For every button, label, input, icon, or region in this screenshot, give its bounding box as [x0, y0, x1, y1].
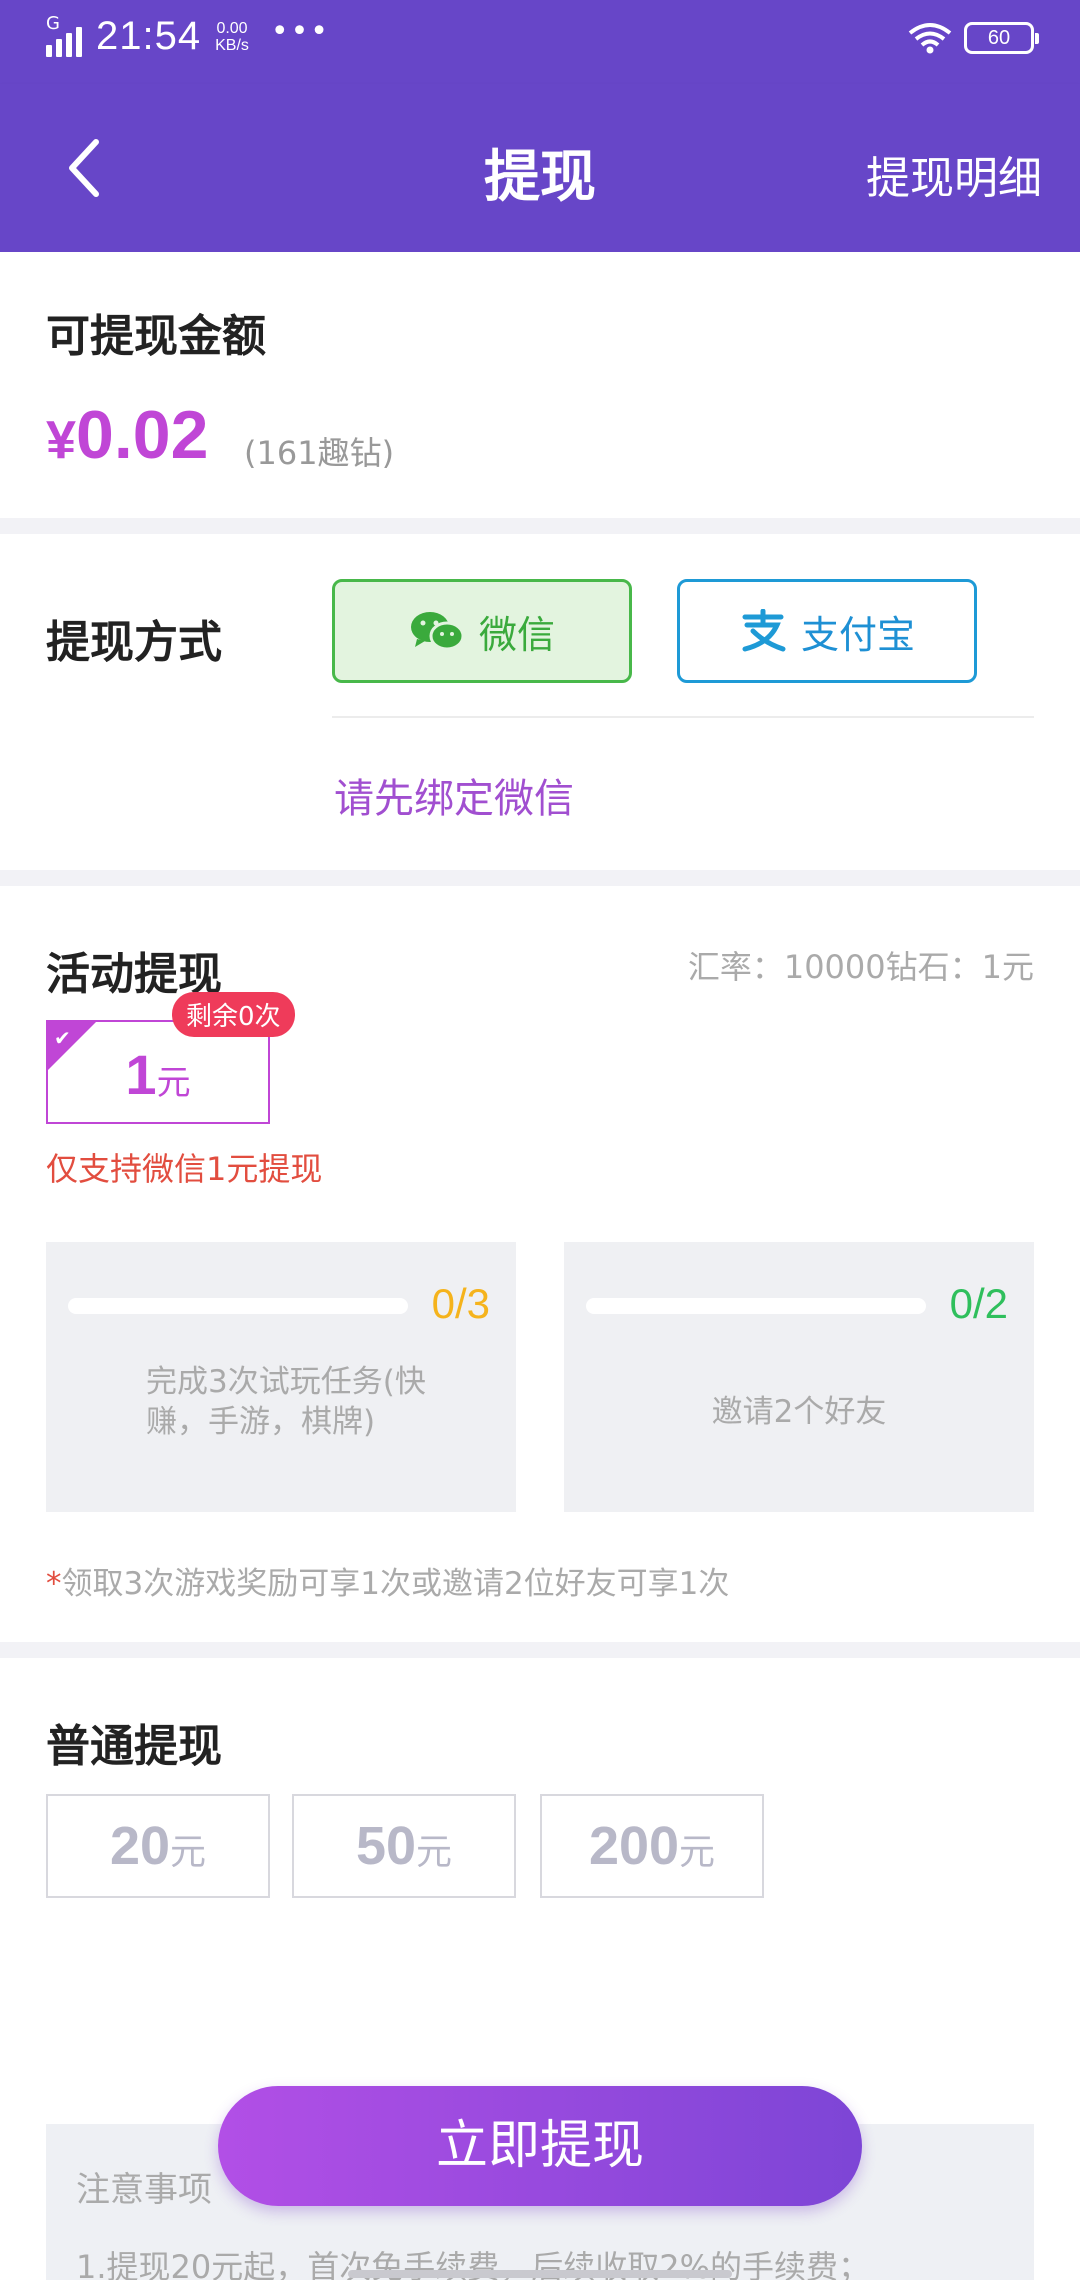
amount-option-200[interactable]: 200元	[540, 1794, 764, 1898]
currency-symbol: ¥	[46, 410, 77, 470]
notice-title: 注意事项	[76, 2170, 212, 2210]
status-time: 21:54	[96, 14, 202, 58]
amount-unit: 元	[416, 1832, 453, 1873]
alipay-icon	[742, 609, 786, 652]
task-progress-bar	[68, 1298, 408, 1314]
signal-icon: G	[46, 13, 86, 57]
wechat-icon	[410, 612, 465, 651]
activity-note: *领取3次游戏奖励可享1次或邀请2位好友可享1次	[46, 1558, 729, 1603]
speed-value: 0.00	[216, 19, 248, 37]
required-star: *	[46, 1566, 62, 1602]
speed-unit: KB/s	[215, 36, 249, 54]
activity-withdraw-section: 活动提现 汇率：10000钻石：1元 ✔ 1元 剩余0次 仅支持微信1元提现 0…	[0, 886, 1080, 1642]
withdraw-detail-link[interactable]: 提现明细	[866, 142, 1042, 206]
task-progress-bar	[586, 1298, 926, 1314]
activity-amount: 1元	[48, 1042, 268, 1107]
activity-amount-value: 1	[125, 1043, 157, 1106]
app-header: 提现 提现明细	[0, 84, 1080, 252]
balance-label: 可提现金额	[46, 311, 266, 362]
task-card-trial: 0/3 完成3次试玩任务(快赚，手游，棋牌)	[46, 1242, 516, 1512]
amount-value: 20	[109, 1816, 171, 1876]
amount-unit: 元	[170, 1832, 207, 1873]
task-count: 0/2	[949, 1280, 1008, 1327]
task-card-invite: 0/2 邀请2个好友	[564, 1242, 1034, 1512]
balance-value: 0.02	[76, 397, 209, 473]
wechat-only-tip: 仅支持微信1元提现	[46, 1150, 323, 1188]
network-speed: 0.00 KB/s	[215, 20, 249, 54]
amount-value: 200	[588, 1816, 680, 1876]
status-bar: G 21:54 0.00 KB/s ••• 60	[0, 0, 1080, 84]
balance-diamonds: (161趣钻)	[244, 434, 395, 472]
battery-icon: 60	[964, 22, 1039, 54]
more-notifications-icon: •••	[270, 14, 330, 49]
balance-amount: ¥0.02	[46, 396, 208, 474]
activity-amount-unit: 元	[156, 1063, 191, 1103]
bind-wechat-link[interactable]: 请先绑定微信	[334, 766, 574, 824]
wechat-label: 微信	[478, 612, 555, 657]
balance-section: 可提现金额 ¥0.02 (161趣钻)	[0, 252, 1080, 518]
amount-value: 50	[355, 1816, 417, 1876]
alipay-label: 支付宝	[800, 612, 915, 657]
withdraw-now-button[interactable]: 立即提现	[218, 2086, 862, 2206]
task-count: 0/3	[431, 1280, 490, 1327]
amount-option-20[interactable]: 20元	[46, 1794, 270, 1898]
home-indicator[interactable]	[348, 2270, 732, 2278]
normal-label: 普通提现	[46, 1721, 222, 1772]
method-label: 提现方式	[46, 617, 222, 668]
activity-note-text: 领取3次游戏奖励可享1次或邀请2位好友可享1次	[61, 1566, 730, 1602]
alipay-option-button[interactable]: 支付宝	[677, 579, 977, 683]
withdraw-method-section: 提现方式 微信 支付宝 请先绑定微信	[0, 534, 1080, 870]
task-description: 完成3次试玩任务(快赚，手游，棋牌)	[146, 1364, 426, 1440]
wifi-icon	[908, 23, 952, 54]
network-type: G	[46, 12, 60, 34]
remaining-badge: 剩余0次	[172, 992, 295, 1037]
amount-option-50[interactable]: 50元	[292, 1794, 516, 1898]
task-description: 邀请2个好友	[711, 1394, 887, 1430]
method-divider	[332, 716, 1034, 718]
exchange-rate: 汇率：10000钻石：1元	[687, 948, 1034, 986]
amount-unit: 元	[679, 1832, 716, 1873]
wechat-option-button[interactable]: 微信	[332, 579, 632, 683]
